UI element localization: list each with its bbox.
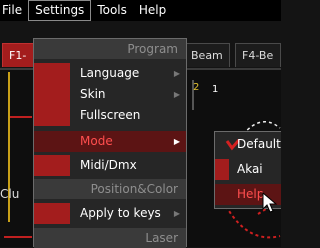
submenu-arrow-icon: ▶ <box>173 137 180 146</box>
tab-f4[interactable]: F4-Be <box>235 43 281 67</box>
menu-item-midi-dmx[interactable]: Midi/Dmx <box>34 155 186 176</box>
submenu-item-label: Akai <box>237 162 263 176</box>
section-position-color: Position&Color <box>34 179 186 199</box>
menu-item-label: Mode <box>80 134 113 148</box>
submenu-item-default[interactable]: Default <box>215 134 281 155</box>
section-program: Program <box>34 39 186 59</box>
item-gutter <box>34 84 70 105</box>
settings-dropdown: Program Language ▶ Skin ▶ Fullscreen Mod… <box>33 38 187 248</box>
side-label: Clu <box>0 187 20 201</box>
submenu-arrow-icon: ▶ <box>173 90 180 99</box>
menu-item-label: Apply to keys <box>80 206 161 220</box>
menu-item-fullscreen[interactable]: Fullscreen <box>34 105 186 126</box>
red-marker-bottom <box>4 236 32 238</box>
mouse-pointer-icon <box>262 192 278 213</box>
menu-file[interactable]: File <box>0 0 28 21</box>
red-marker <box>10 116 32 118</box>
submenu-item-label: Default <box>237 137 281 151</box>
submenu-item-label: Help <box>237 187 265 201</box>
menubar: File Settings Tools Help <box>0 0 281 21</box>
menu-item-label: Midi/Dmx <box>80 158 137 172</box>
submenu-arrow-icon: ▶ <box>173 69 180 78</box>
menu-item-label: Language <box>80 66 140 80</box>
item-gutter <box>34 63 70 84</box>
item-gutter <box>34 155 70 176</box>
item-gutter <box>34 105 70 126</box>
menu-settings[interactable]: Settings <box>28 0 92 21</box>
channel-number: 2 <box>193 82 200 93</box>
submenu-item-akai[interactable]: Akai <box>215 159 281 180</box>
menu-help[interactable]: Help <box>133 0 172 21</box>
menu-item-skin[interactable]: Skin ▶ <box>34 84 186 105</box>
tab-beam[interactable]: Beam <box>184 43 230 67</box>
channel-index: 1 <box>212 84 219 95</box>
menu-item-apply-to-keys[interactable]: Apply to keys ▶ <box>34 203 186 224</box>
section-laser: Laser <box>34 228 186 248</box>
menu-item-language[interactable]: Language ▶ <box>34 63 186 84</box>
menu-item-label: Skin <box>80 87 106 101</box>
submenu-arrow-icon: ▶ <box>173 209 180 218</box>
menu-item-label: Fullscreen <box>80 108 141 122</box>
menu-tools[interactable]: Tools <box>91 0 133 21</box>
menu-item-mode[interactable]: Mode ▶ <box>34 131 186 152</box>
item-gutter <box>34 203 70 224</box>
item-gutter <box>215 159 229 180</box>
